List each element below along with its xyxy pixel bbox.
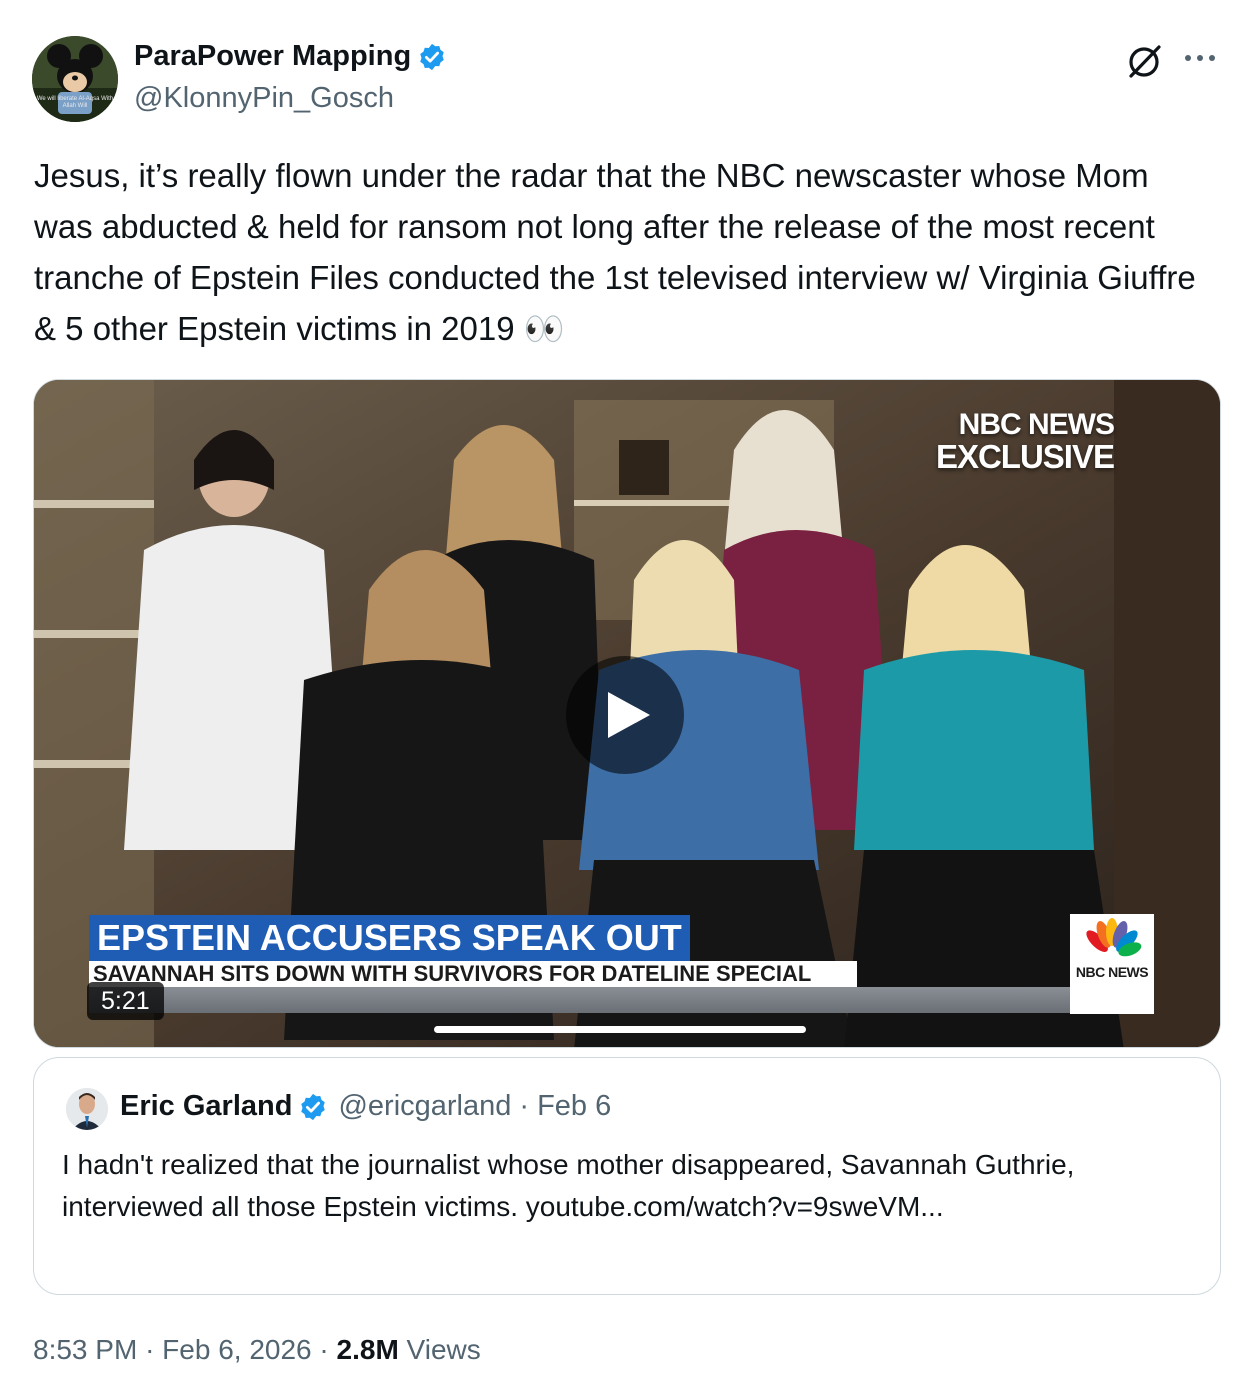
grok-icon[interactable]	[1124, 42, 1164, 87]
network-line1: NBC NEWS	[958, 408, 1115, 441]
chyron-subheadline: SAVANNAH SITS DOWN WITH SURVIVORS FOR DA…	[89, 961, 857, 987]
views-label: Views	[406, 1334, 481, 1365]
avatar-caption: We will liberate Al-Aqsa With Allah Will	[36, 96, 114, 109]
quote-date[interactable]: Feb 6	[537, 1090, 611, 1123]
verified-badge-icon	[298, 1092, 328, 1122]
tweet-time[interactable]: 8:53 PM	[33, 1334, 137, 1365]
author-name-row[interactable]: ParaPower Mapping	[134, 40, 447, 73]
play-icon	[608, 692, 650, 738]
meta-separator: ·	[145, 1334, 155, 1365]
tweet-date[interactable]: Feb 6, 2026	[162, 1334, 311, 1365]
meta-separator: ·	[319, 1334, 329, 1365]
verified-badge-icon	[417, 42, 447, 72]
quote-author-avatar[interactable]	[66, 1088, 108, 1130]
views-count: 2.8M	[336, 1334, 399, 1365]
quoted-tweet[interactable]: Eric Garland @ericgarland · Feb 6 I hadn…	[33, 1057, 1221, 1295]
quote-header: Eric Garland @ericgarland · Feb 6	[120, 1090, 611, 1123]
tweet-meta: 8:53 PM · Feb 6, 2026 · 2.8M Views	[33, 1334, 481, 1366]
video-duration: 5:21	[87, 982, 164, 1020]
peacock-icon	[1086, 918, 1142, 957]
network-watermark: NBC NEWS EXCLUSIVE	[914, 408, 1115, 475]
video-player[interactable]: NBC NEWS EXCLUSIVE EPSTEIN ACCUSERS SPEA…	[33, 379, 1221, 1048]
more-icon[interactable]	[1182, 48, 1218, 73]
nbc-badge-label: NBC NEWS	[1075, 964, 1149, 980]
author-handle[interactable]: @KlonnyPin_Gosch	[134, 82, 394, 115]
chyron-ticker-bar	[89, 987, 1152, 1013]
author-avatar[interactable]: We will liberate Al-Aqsa With Allah Will	[32, 36, 118, 122]
chyron-headline: EPSTEIN ACCUSERS SPEAK OUT	[89, 915, 690, 961]
network-line2: EXCLUSIVE	[935, 438, 1115, 475]
video-progress-bar[interactable]	[434, 1026, 806, 1033]
eric-garland-avatar-image	[66, 1088, 108, 1130]
nbc-news-badge: NBC NEWS	[1070, 914, 1154, 1014]
quote-author-handle[interactable]: @ericgarland	[338, 1090, 511, 1123]
quote-text: I hadn't realized that the journalist wh…	[62, 1149, 1075, 1222]
quote-author-name[interactable]: Eric Garland	[120, 1090, 292, 1123]
tweet-text: Jesus, it’s really flown under the radar…	[34, 157, 1196, 347]
play-button[interactable]	[566, 656, 684, 774]
quote-separator: ·	[519, 1090, 530, 1122]
author-name[interactable]: ParaPower Mapping	[134, 40, 411, 73]
